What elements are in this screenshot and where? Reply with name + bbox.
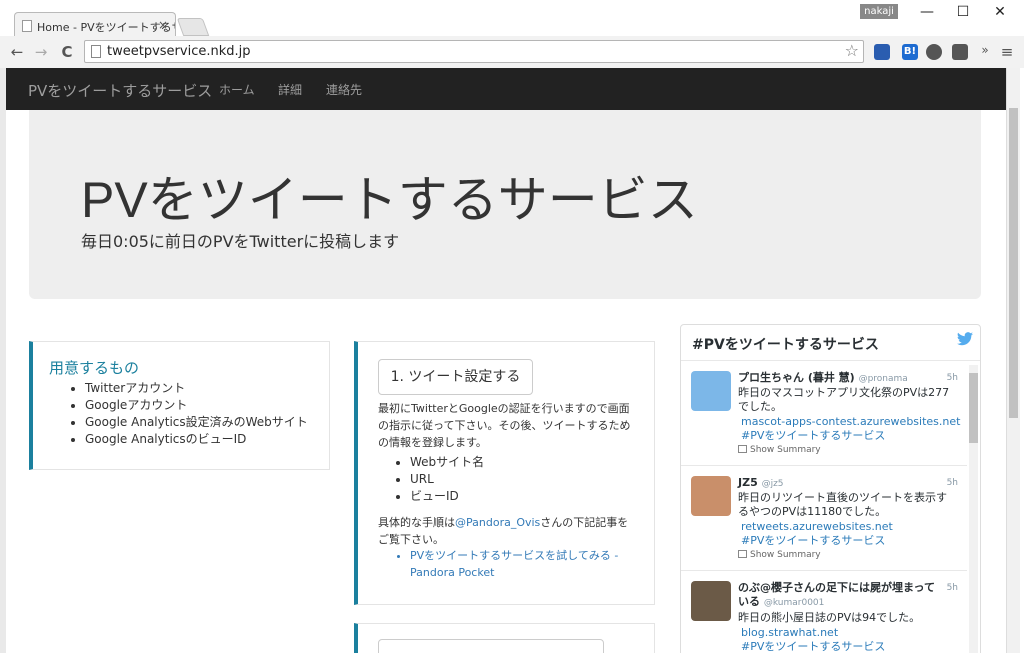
bookmark-star-icon[interactable]: ☆ [845, 41, 859, 60]
tweet-text: 昨日のマスコットアプリ文化祭のPVは277でした。 [738, 386, 950, 413]
article-link[interactable]: PVをツイートするサービスを試してみる - Pandora Pocket [410, 547, 640, 581]
page-scrollbar[interactable] [1006, 68, 1020, 653]
timeline-title[interactable]: #PVをツイートするサービス [692, 334, 879, 354]
step2-button[interactable] [378, 639, 604, 653]
step2-panel [354, 623, 655, 653]
tweet-hashtag[interactable]: #PVをツイートするサービス [741, 534, 885, 548]
forward-icon[interactable]: → [32, 43, 50, 61]
back-icon[interactable]: ← [8, 43, 26, 61]
close-window-icon[interactable]: ✕ [985, 4, 1015, 20]
browser-tab[interactable]: Home - PVをツイートするサービ × [14, 12, 176, 38]
page-icon [91, 45, 101, 58]
tweet-item[interactable]: のぶ@櫻子さんの足下には屍が埋まっている @kumar0001 5h 昨日の熊小… [681, 571, 967, 653]
address-bar[interactable]: tweetpvservice.nkd.jp ☆ [84, 40, 864, 63]
extension-icon[interactable] [874, 44, 890, 60]
timeline-scrollbar[interactable] [969, 365, 978, 653]
avatar[interactable] [691, 581, 731, 621]
tweet-author[interactable]: プロ生ちゃん (暮井 慧) @pronama [738, 371, 938, 386]
list-item: Google Analytics設定済みのWebサイト [85, 414, 308, 431]
extensions-overflow-icon[interactable]: » [976, 43, 994, 57]
tweet-link[interactable]: mascot-apps-contest.azurewebsites.net [741, 415, 960, 429]
tweet-text: 昨日の熊小屋日誌のPVは94でした。 [738, 611, 921, 624]
avatar[interactable] [691, 371, 731, 411]
site-navbar: PVをツイートするサービス ホーム 詳細 連絡先 [6, 68, 1006, 110]
jumbotron: PVをツイートするサービス 毎日0:05に前日のPVをTwitterに投稿します [29, 110, 981, 299]
tweet-time[interactable]: 5h [947, 583, 958, 593]
nav-link-contact[interactable]: 連絡先 [326, 81, 362, 98]
avatar[interactable] [691, 476, 731, 516]
page-favicon-icon [22, 20, 32, 32]
list-item: ビューID [410, 488, 484, 505]
show-summary-button[interactable]: Show Summary [738, 445, 821, 455]
tweet-time[interactable]: 5h [947, 373, 958, 383]
page-subtitle: 毎日0:05に前日のPVをTwitterに投稿します [81, 232, 400, 251]
web-page: PVをツイートするサービス ホーム 詳細 連絡先 PVをツイートするサービス 毎… [6, 68, 1006, 653]
step1-items-list: Webサイト名 URL ビューID [410, 454, 484, 505]
page-title: PVをツイートするサービス [81, 172, 698, 228]
twitter-timeline-widget: #PVをツイートするサービス プロ生ちゃん (暮井 慧) @pronama 5h… [680, 324, 981, 653]
step1-panel: 1. ツイート設定する 最初にTwitterとGoogleの認証を行いますので画… [354, 341, 655, 605]
author-link[interactable]: @Pandora_Ovis [455, 516, 540, 529]
tweet-text: 昨日のリツイート直後のツイートを表示するやつのPVは11180でした。 [738, 491, 947, 518]
scrollbar-thumb[interactable] [1009, 108, 1018, 418]
browser-toolbar: ← → C tweetpvservice.nkd.jp ☆ B! » ≡ [0, 36, 1024, 68]
list-item: Googleアカウント [85, 397, 308, 414]
hatena-bookmark-icon[interactable]: B! [902, 44, 918, 60]
reload-icon[interactable]: C [58, 43, 76, 61]
procedure-text: 具体的な手順は@Pandora_Ovisさんの下記記事をご覧下さい。 [378, 514, 638, 548]
nav-link-home[interactable]: ホーム [219, 81, 255, 98]
tweet-settings-button[interactable]: 1. ツイート設定する [378, 359, 533, 395]
menu-icon[interactable]: ≡ [998, 43, 1016, 61]
tweet-hashtag[interactable]: #PVをツイートするサービス [741, 640, 885, 653]
new-tab-button[interactable] [176, 18, 210, 36]
tweet-author[interactable]: のぶ@櫻子さんの足下には屍が埋まっている @kumar0001 [738, 581, 943, 610]
tab-close-icon[interactable]: × [158, 18, 168, 32]
tweet-author[interactable]: JZ5 @jz5 [738, 476, 938, 491]
maximize-icon[interactable]: ☐ [948, 4, 978, 20]
tweet-hashtag[interactable]: #PVをツイートするサービス [741, 429, 885, 443]
list-item: Webサイト名 [410, 454, 484, 471]
tweet-link[interactable]: blog.strawhat.net [741, 626, 838, 640]
nav-link-details[interactable]: 詳細 [278, 81, 302, 98]
tweet-item[interactable]: JZ5 @jz5 5h 昨日のリツイート直後のツイートを表示するやつのPVは11… [681, 466, 967, 571]
summary-icon [738, 445, 747, 453]
requirements-panel: 用意するもの Twitterアカウント Googleアカウント Google A… [29, 341, 330, 470]
tweet-time[interactable]: 5h [947, 478, 958, 488]
url-text: tweetpvservice.nkd.jp [107, 44, 251, 59]
scrollbar-thumb[interactable] [969, 373, 978, 443]
profile-button[interactable]: nakaji [860, 4, 898, 19]
summary-icon [738, 550, 747, 558]
list-item: URL [410, 471, 484, 488]
requirements-list: Twitterアカウント Googleアカウント Google Analytic… [85, 380, 308, 448]
navbar-brand[interactable]: PVをツイートするサービス [28, 80, 212, 101]
list-item: Twitterアカウント [85, 380, 308, 397]
timeline-header: #PVをツイートするサービス [681, 325, 980, 361]
procedure-prefix: 具体的な手順は [378, 516, 455, 529]
evernote-icon[interactable] [926, 44, 942, 60]
twitter-bird-icon[interactable] [957, 332, 973, 350]
tweet-item[interactable]: プロ生ちゃん (暮井 慧) @pronama 5h 昨日のマスコットアプリ文化祭… [681, 361, 967, 466]
list-item: Google AnalyticsのビューID [85, 431, 308, 448]
browser-tab-bar: Home - PVをツイートするサービ × nakaji — ☐ ✕ [0, 0, 1024, 38]
tab-title: Home - PVをツイートするサービ [37, 21, 175, 34]
article-list: PVをツイートするサービスを試してみる - Pandora Pocket [410, 547, 640, 581]
step1-description: 最初にTwitterとGoogleの認証を行いますので画面の指示に従って下さい。… [378, 402, 631, 449]
show-summary-button[interactable]: Show Summary [738, 550, 821, 560]
requirements-heading: 用意するもの [49, 359, 140, 377]
minimize-icon[interactable]: — [912, 4, 942, 20]
tweet-link[interactable]: retweets.azurewebsites.net [741, 520, 893, 534]
pocket-icon[interactable] [952, 44, 968, 60]
